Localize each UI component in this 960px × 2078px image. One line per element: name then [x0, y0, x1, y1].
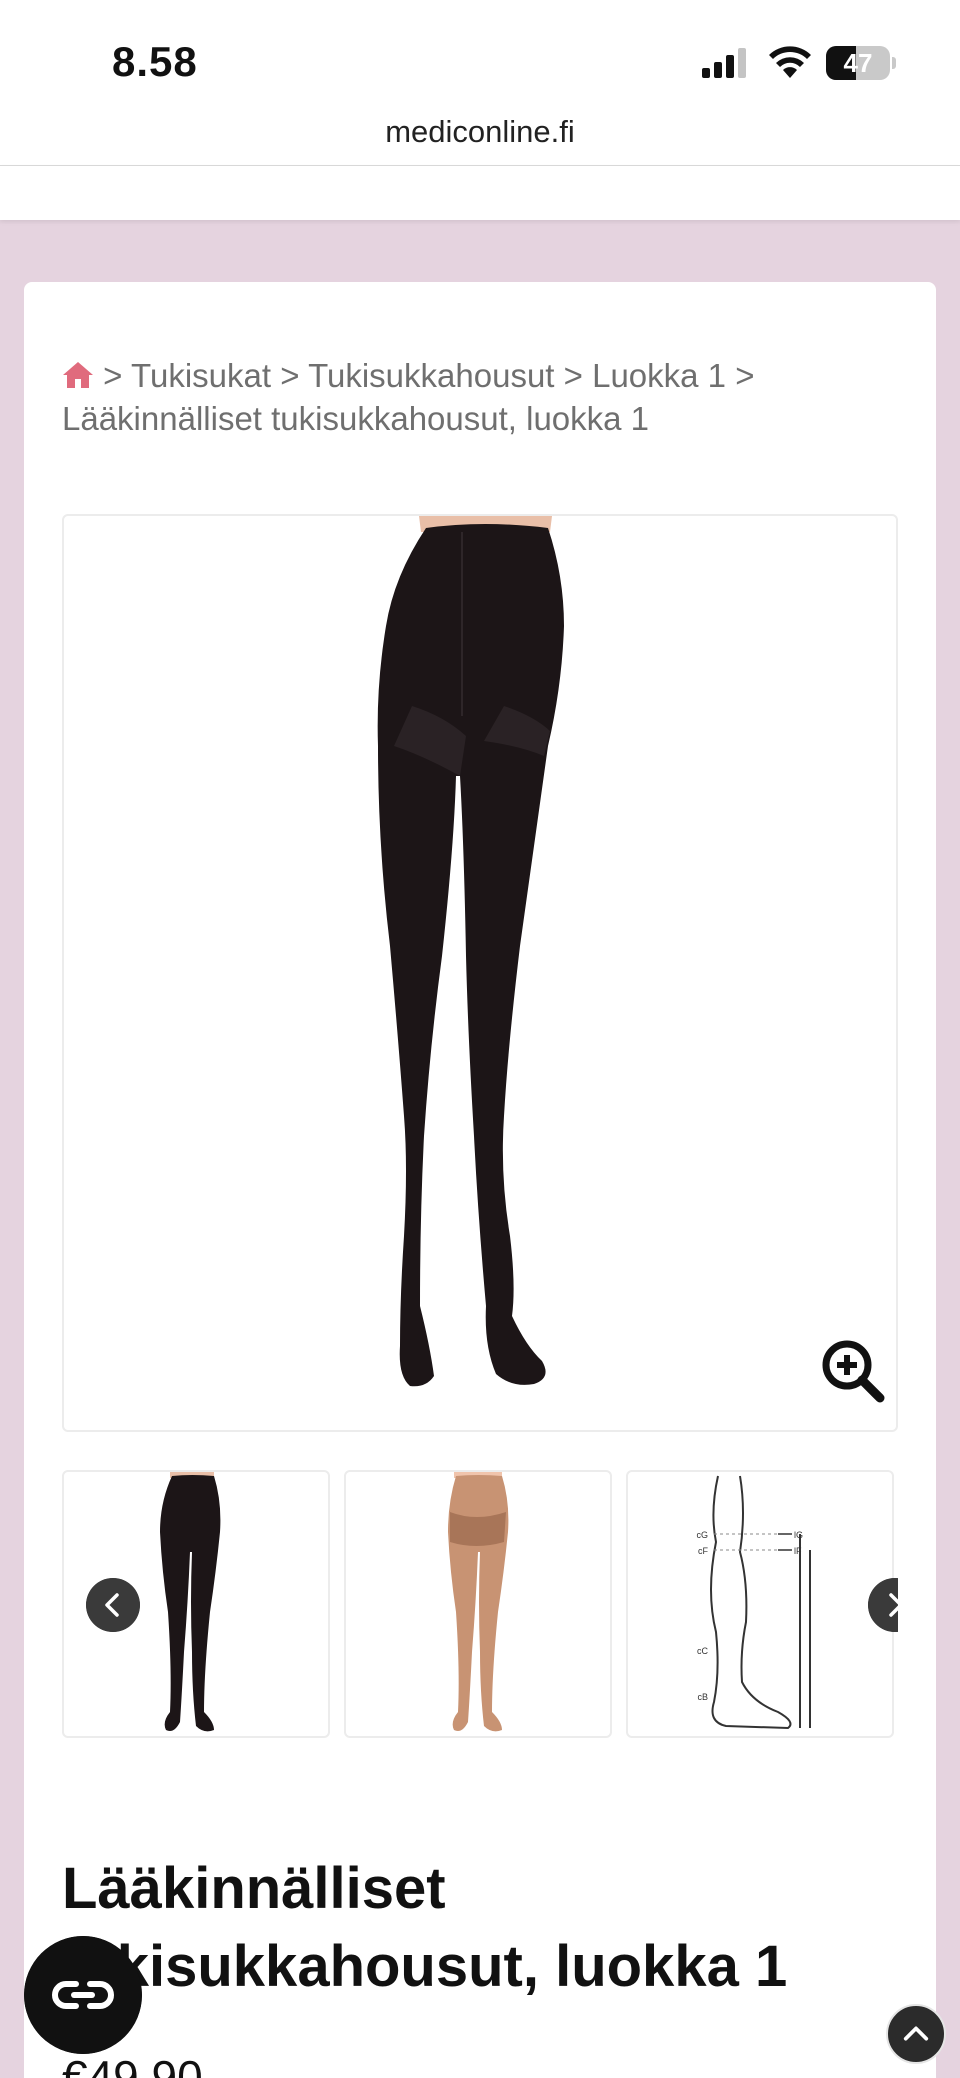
wifi-icon	[769, 46, 811, 78]
status-time: 8.58	[112, 38, 198, 85]
status-bar: 8.58 47	[0, 0, 960, 112]
address-bar[interactable]: mediconline.fi	[0, 112, 960, 166]
product-card: > Tukisukat > Tukisukkahousut > Luokka 1…	[24, 282, 936, 2078]
diagram-label-cg: cG	[696, 1530, 708, 1540]
diagram-label-cb: cB	[697, 1692, 708, 1702]
thumbnail-carousel: cG cF cC cB lG lF	[62, 1470, 898, 1738]
breadcrumb: > Tukisukat > Tukisukkahousut > Luokka 1…	[62, 354, 762, 440]
breadcrumb-separator: >	[735, 357, 755, 394]
thumbnail-measurement-diagram[interactable]: cG cF cC cB lG lF	[626, 1470, 894, 1738]
chevron-up-icon[interactable]	[886, 2004, 946, 2064]
breadcrumb-separator: >	[103, 357, 123, 394]
battery-level: 47	[843, 48, 873, 78]
black-tights-image	[377, 516, 564, 1387]
diagram-label-cf: cF	[698, 1546, 709, 1556]
breadcrumb-item-tukisukat[interactable]: Tukisukat	[131, 357, 271, 394]
chat-link-icon[interactable]	[24, 1936, 142, 2054]
chevron-left-icon[interactable]	[86, 1578, 140, 1632]
home-icon[interactable]	[62, 360, 94, 390]
breadcrumb-separator: >	[280, 357, 300, 394]
site-header	[0, 166, 960, 220]
product-title: Lääkinnälliset tukisukkahousut, luokka 1	[62, 1856, 788, 1999]
product-price: €49,90	[62, 2051, 203, 2078]
breadcrumb-item-luokka-1[interactable]: Luokka 1	[592, 357, 726, 394]
zoom-in-icon[interactable]	[820, 1338, 886, 1404]
thumbnail-beige-tights[interactable]	[344, 1470, 612, 1738]
diagram-label-lg: lG	[794, 1530, 803, 1540]
breadcrumb-separator: >	[563, 357, 583, 394]
main-product-image[interactable]	[62, 514, 898, 1432]
diagram-label-cc: cC	[697, 1646, 709, 1656]
diagram-label-lf: lF	[794, 1546, 802, 1556]
cellular-signal-icon	[702, 48, 746, 78]
breadcrumb-item-current: Lääkinnälliset tukisukkahousut, luokka 1	[62, 400, 650, 437]
battery-icon: 47	[826, 46, 896, 80]
breadcrumb-item-tukisukkahousut[interactable]: Tukisukkahousut	[308, 357, 554, 394]
